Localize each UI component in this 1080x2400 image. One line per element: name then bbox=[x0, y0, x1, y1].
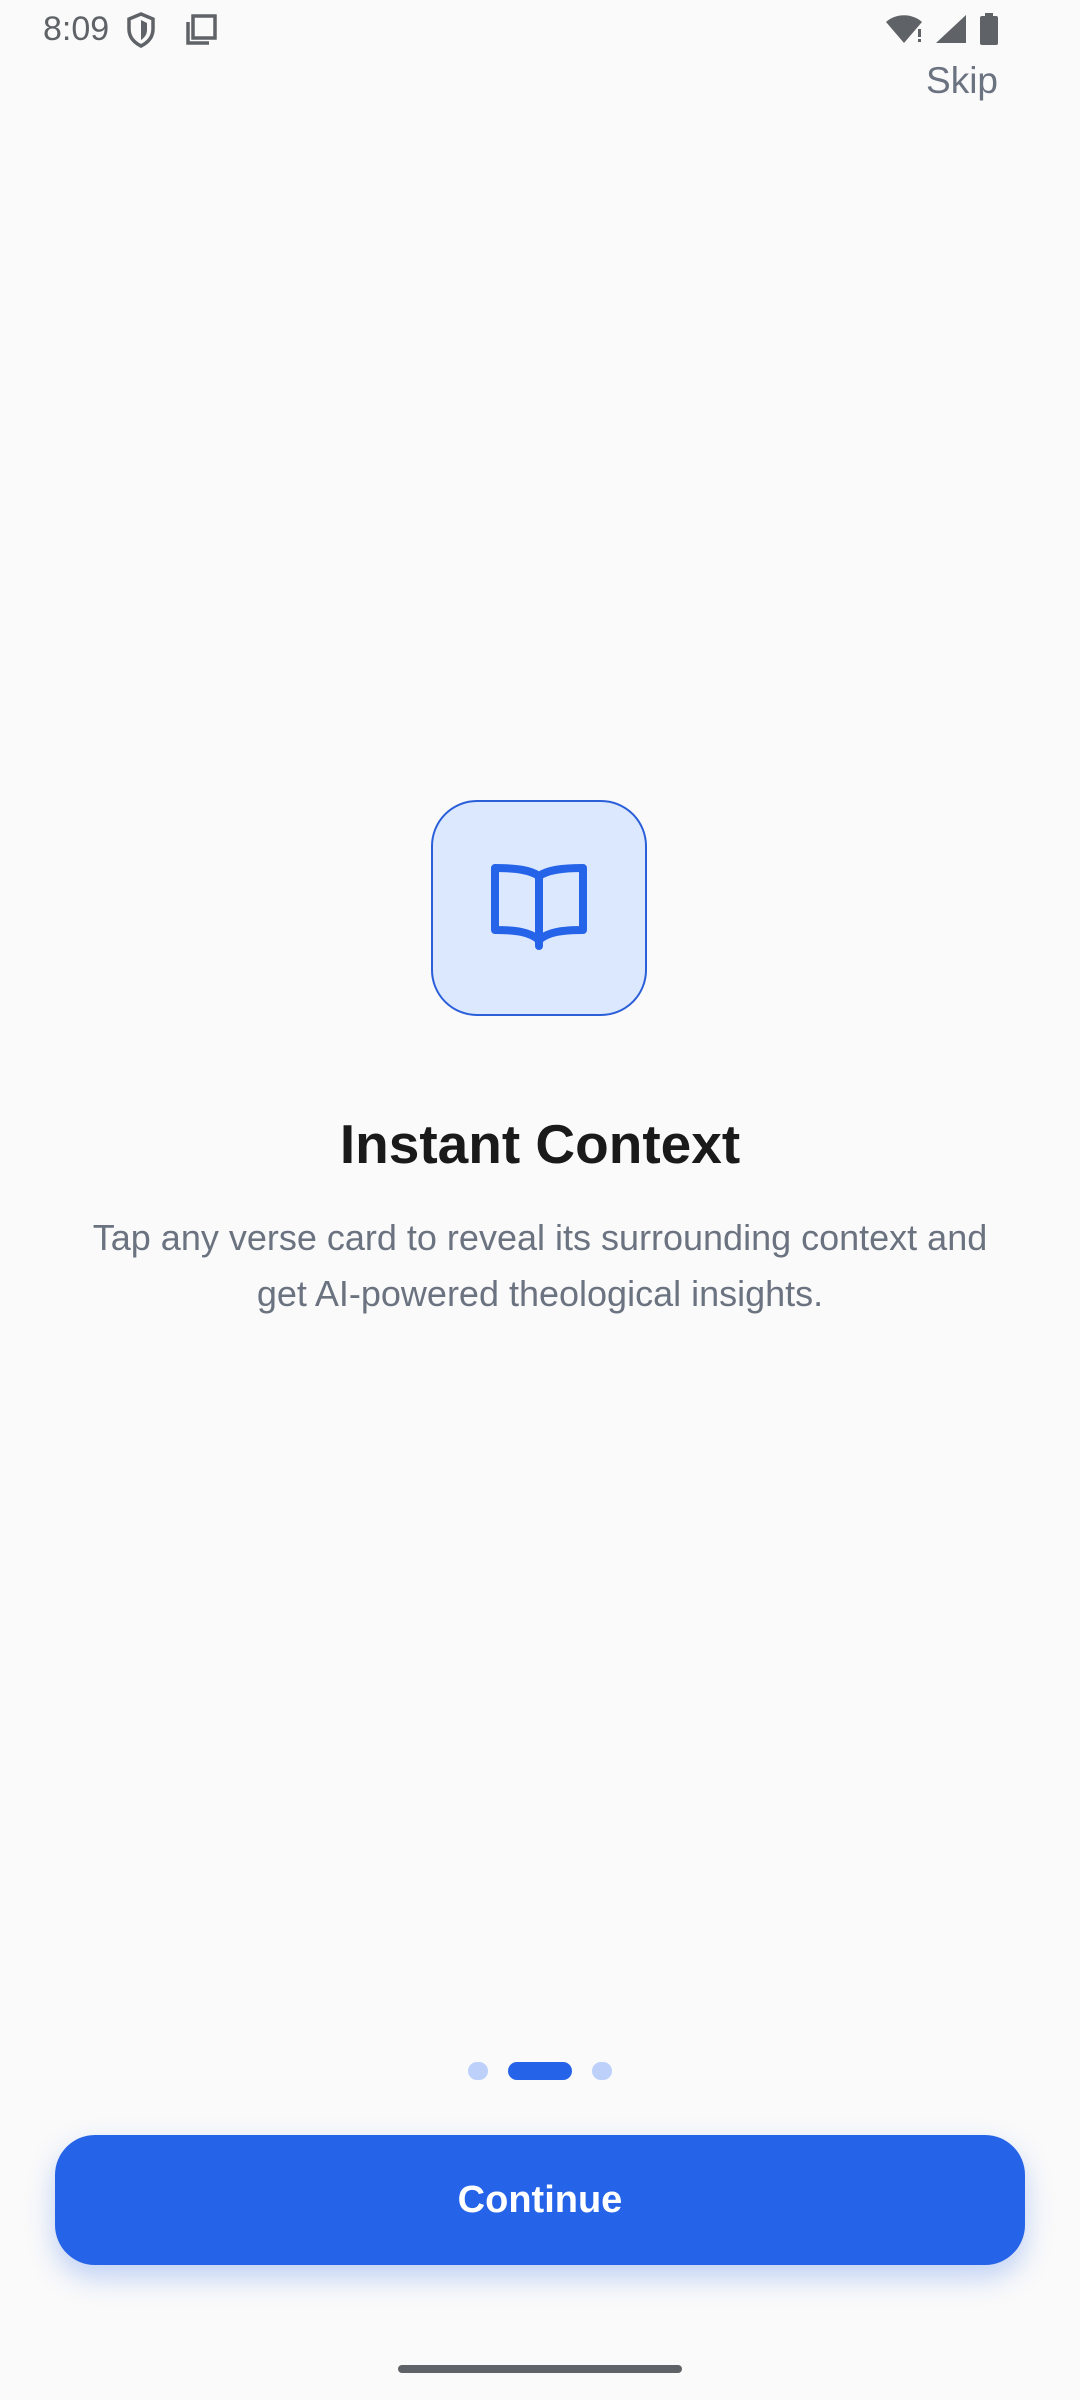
shield-icon bbox=[126, 12, 156, 53]
status-bar: 8:09 bbox=[0, 0, 1080, 62]
onboarding-description: Tap any verse card to reveal its surroun… bbox=[92, 1217, 988, 1314]
status-left-icons bbox=[126, 12, 218, 53]
status-right-icons bbox=[884, 12, 1000, 51]
continue-button[interactable]: Continue bbox=[55, 2135, 1025, 2265]
signal-icon bbox=[934, 13, 968, 50]
page-dot-1 bbox=[468, 2062, 488, 2080]
onboarding-screen: 8:09 Skip Instant Context Tap any verse … bbox=[0, 0, 1080, 2400]
page-dot-2-active bbox=[508, 2062, 572, 2080]
open-book-icon bbox=[489, 860, 589, 957]
onboarding-title: Instant Context bbox=[339, 1113, 741, 1175]
battery-icon bbox=[978, 12, 1000, 51]
page-dot-3 bbox=[592, 2062, 612, 2080]
skip-button[interactable]: Skip bbox=[926, 60, 998, 102]
status-time: 8:09 bbox=[43, 10, 110, 48]
feature-icon-tile bbox=[431, 800, 647, 1016]
wifi-icon bbox=[884, 13, 924, 50]
home-indicator[interactable] bbox=[398, 2365, 682, 2373]
page-indicator bbox=[0, 2062, 1080, 2080]
copy-icon bbox=[184, 13, 218, 52]
